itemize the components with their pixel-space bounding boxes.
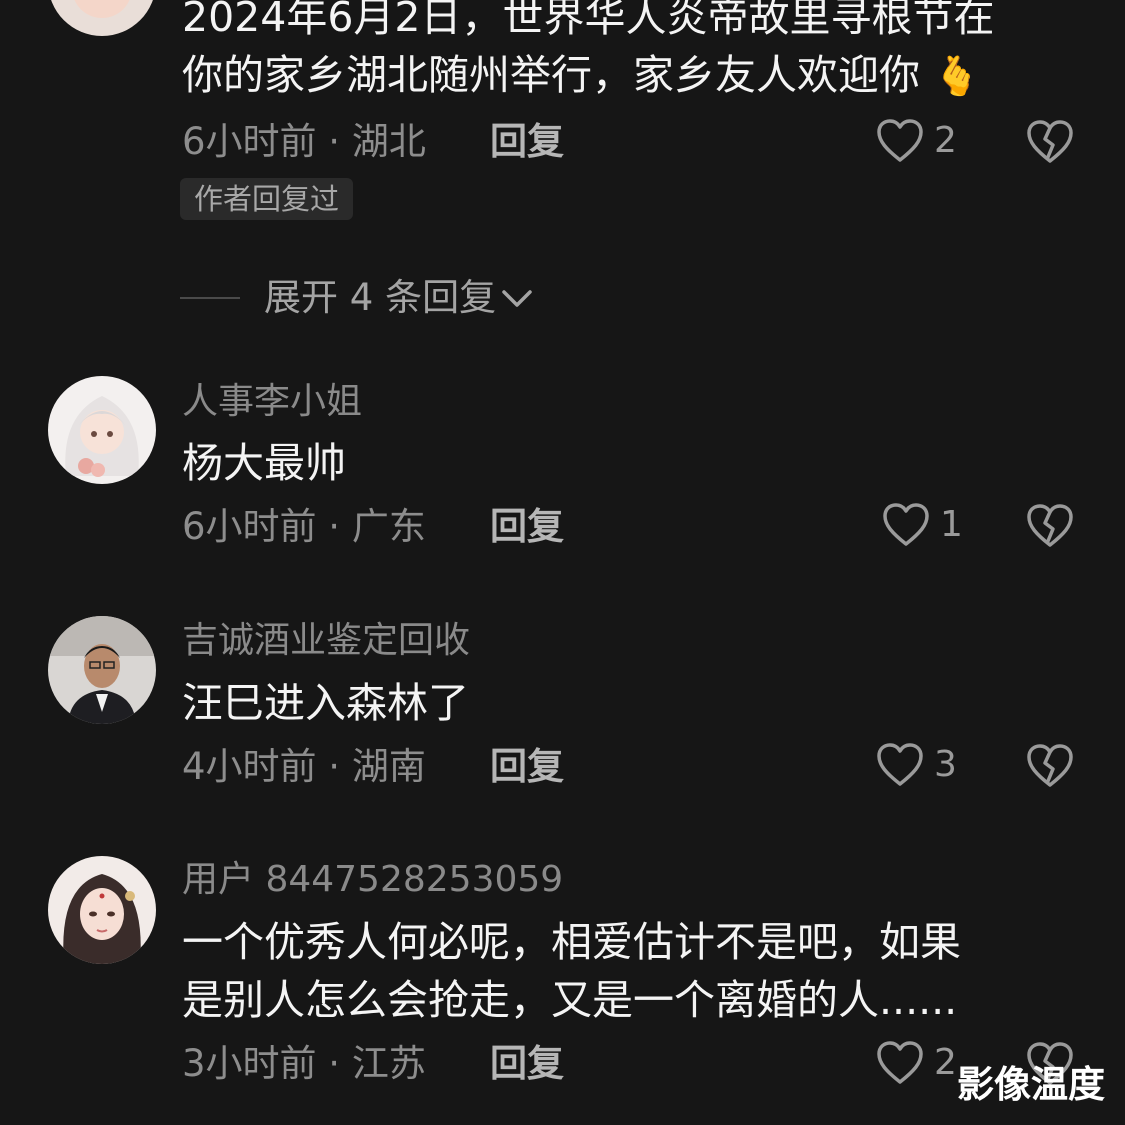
username[interactable]: 吉诚酒业鉴定回收	[182, 619, 470, 663]
comment-meta: 6小时前 · 湖北	[182, 120, 426, 163]
heart-outline-icon	[877, 1041, 923, 1084]
reply-button[interactable]: 回复	[490, 120, 564, 164]
like-count: 2	[934, 120, 957, 161]
avatar[interactable]	[48, 616, 156, 724]
reply-button[interactable]: 回复	[490, 745, 564, 789]
like-count: 1	[940, 504, 963, 545]
comment-text-line: 是别人怎么会抢走，又是一个离婚的人......	[182, 976, 958, 1024]
avatar[interactable]	[48, 376, 156, 484]
username[interactable]: 人事李小姐	[182, 380, 362, 424]
heart-outline-icon	[883, 503, 929, 546]
comment-text-line: 你的家乡湖北随州举行，家乡友人欢迎你 🫰	[182, 46, 980, 105]
comment-meta: 4小时前 · 湖南	[182, 745, 426, 788]
broken-heart-icon[interactable]	[1026, 118, 1074, 166]
like-count: 2	[934, 1042, 957, 1083]
avatar[interactable]	[48, 856, 156, 964]
avatar[interactable]	[48, 0, 156, 36]
comment-text-segment: 你的家乡湖北随州举行，家乡友人欢迎你	[182, 51, 920, 99]
heart-outline-icon	[877, 119, 923, 162]
like-button[interactable]: 2	[876, 1040, 957, 1086]
comment-text: 汪巳进入森林了	[182, 679, 469, 727]
comment-text-line: 2024年6月2日，世界华人炎帝故里寻根节在	[182, 0, 995, 41]
expand-replies-button[interactable]: 展开 4 条回复	[180, 276, 534, 320]
like-button[interactable]: 2	[876, 118, 957, 164]
watermark: 影像温度	[957, 1063, 1105, 1106]
comment-meta: 3小时前 · 江苏	[182, 1042, 426, 1085]
heart-outline-icon	[877, 743, 923, 786]
like-button[interactable]: 1	[882, 502, 963, 548]
broken-heart-icon[interactable]	[1026, 742, 1074, 790]
comment-text-line: 一个优秀人何必呢，相爱估计不是吧，如果	[182, 918, 961, 966]
comment-meta: 6小时前 · 广东	[182, 505, 426, 548]
author-replied-badge: 作者回复过	[180, 178, 354, 220]
reply-button[interactable]: 回复	[490, 1042, 564, 1086]
divider	[180, 297, 240, 299]
chevron-down-icon	[502, 290, 532, 307]
emoji: 🫰	[933, 54, 981, 98]
comment-text: 杨大最帅	[182, 439, 346, 487]
reply-button[interactable]: 回复	[490, 505, 564, 549]
broken-heart-icon[interactable]	[1026, 502, 1074, 550]
like-button[interactable]: 3	[876, 742, 957, 788]
like-count: 3	[934, 744, 957, 785]
username[interactable]: 用户 8447528253059	[182, 858, 563, 902]
expand-replies-label: 展开 4 条回复	[264, 276, 497, 319]
